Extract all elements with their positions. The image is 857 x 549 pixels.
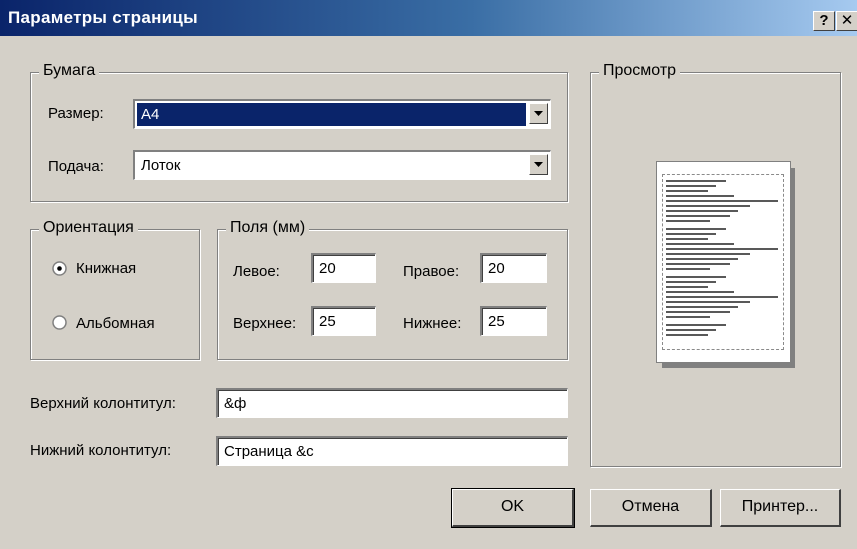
cancel-button[interactable]: Отмена [590, 489, 712, 527]
header-input[interactable]: &ф [216, 388, 568, 418]
footer-label: Нижний колонтитул: [30, 442, 172, 459]
paper-group: Бумага [30, 62, 568, 202]
margins-legend: Поля (мм) [226, 219, 310, 237]
chevron-down-icon [534, 111, 543, 116]
title-bar[interactable]: Параметры страницы ? ✕ [0, 0, 857, 36]
top-margin-input[interactable]: 25 [311, 306, 376, 336]
paper-feed-value: Лоток [141, 157, 181, 174]
printer-button[interactable]: Принтер... [720, 489, 841, 527]
chevron-down-icon [534, 162, 543, 167]
right-margin-label: Правое: [403, 263, 460, 280]
preview-margin-box [662, 174, 784, 350]
paper-size-label: Размер: [48, 105, 104, 122]
header-label: Верхний колонтитул: [30, 395, 176, 412]
ok-button[interactable]: OK [451, 488, 575, 528]
orientation-group: Ориентация [30, 219, 200, 360]
paper-feed-select[interactable]: Лоток [133, 150, 551, 180]
preview-text-lines [666, 180, 778, 336]
top-margin-label: Верхнее: [233, 315, 297, 332]
footer-input[interactable]: Страница &с [216, 436, 568, 466]
close-icon: ✕ [840, 12, 854, 29]
left-margin-label: Левое: [233, 263, 280, 280]
orientation-legend: Ориентация [39, 219, 138, 237]
paper-size-select[interactable]: A4 [133, 99, 551, 129]
window-title: Параметры страницы [8, 8, 198, 27]
landscape-label[interactable]: Альбомная [76, 315, 155, 332]
paper-size-value: A4 [137, 103, 526, 126]
preview-legend: Просмотр [599, 62, 681, 80]
bottom-margin-label: Нижнее: [403, 315, 462, 332]
left-margin-input[interactable]: 20 [311, 253, 376, 283]
portrait-label[interactable]: Книжная [76, 260, 136, 277]
paper-size-dropdown-button[interactable] [529, 103, 548, 124]
paper-legend: Бумага [39, 62, 100, 80]
close-button[interactable]: ✕ [836, 11, 857, 31]
margins-group: Поля (мм) [217, 219, 568, 360]
preview-page [656, 161, 791, 363]
help-button[interactable]: ? [813, 11, 835, 31]
page-setup-dialog: Параметры страницы ? ✕ Бумага Размер: A4… [0, 0, 857, 549]
bottom-margin-input[interactable]: 25 [480, 306, 547, 336]
right-margin-input[interactable]: 20 [480, 253, 547, 283]
landscape-radio[interactable] [52, 315, 67, 330]
paper-feed-dropdown-button[interactable] [529, 154, 548, 175]
help-icon: ? [819, 12, 829, 29]
portrait-radio[interactable] [52, 261, 67, 276]
paper-feed-label: Подача: [48, 158, 104, 175]
